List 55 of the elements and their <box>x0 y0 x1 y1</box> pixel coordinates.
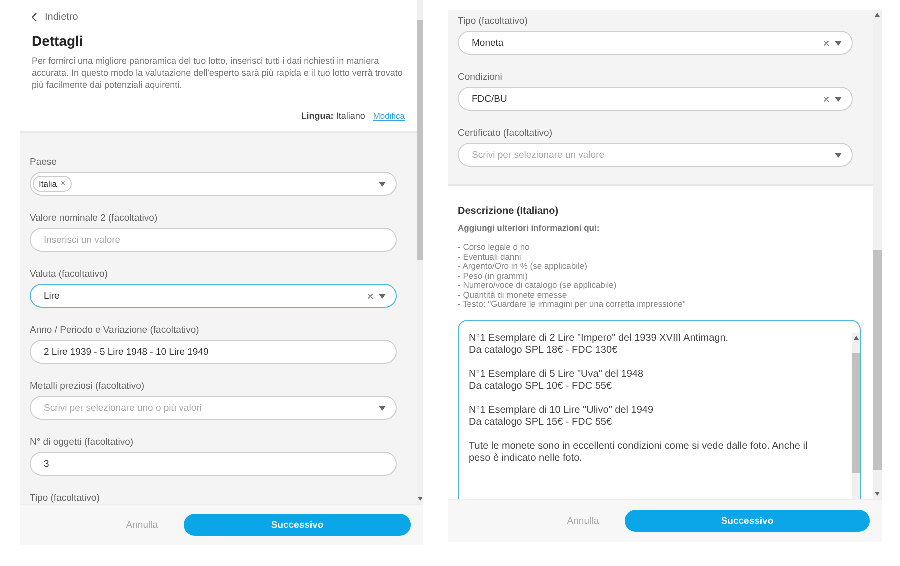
field-label: Valore nominale 2 (facoltativo) <box>30 213 159 224</box>
tag-chip[interactable]: Italia × <box>33 176 72 192</box>
scroll-down-icon[interactable] <box>418 497 422 501</box>
description-line: peso è indicato nelle foto. <box>469 452 584 464</box>
description-line: Tute le monete sono in eccellenti condizioni come si vede dalle foto. Anche il <box>469 440 809 452</box>
clear-icon[interactable] <box>824 40 829 46</box>
text-field[interactable]: 2 Lire 1939 - 5 Lire 1948 - 10 Lire 1949 <box>30 340 397 364</box>
dropdown-caret-icon[interactable] <box>379 182 386 186</box>
field-label: Metalli preziosi (facoltativo) <box>30 381 146 392</box>
hint-line: - Quantità di monete emesse <box>458 290 568 300</box>
back-link[interactable]: Indietro <box>32 12 405 23</box>
description-title: Descrizione (Italiano) <box>458 206 560 217</box>
intro-text: Per fornirci una migliore panoramica del tuo lotto, inserisci tutti i dati richiesti in maniera accurata. In questo modo la valutazione dell'esperto sarà più rapida e il tuo lotto verrà trovato più facilmente dai potenziali aquirenti. <box>32 55 404 91</box>
select-field[interactable]: Lire <box>30 284 397 308</box>
hint-line: - Numero/voce di catalogo (se applicabile) <box>458 281 618 290</box>
hint-title: Aggiungi ulteriori informazioni qui: <box>458 223 601 233</box>
description-line: Da catalogo SPL 18€ - FDC 130€ <box>469 344 619 356</box>
dropdown-caret-icon[interactable] <box>835 40 842 46</box>
description-line: N°1 Esemplare di 10 Lire "Ulivo" del 1949 <box>469 404 655 416</box>
hint-line: - Argento/Oro in % (se applicabile) <box>458 262 588 272</box>
scrollbar[interactable] <box>417 0 423 504</box>
field-label: Tipo (facoltativo) <box>30 493 101 504</box>
description-line: Da catalogo SPL 15€ - FDC 55€ <box>469 416 614 428</box>
change-link[interactable]: Modifica <box>373 111 405 121</box>
scroll-down-icon[interactable] <box>875 492 880 496</box>
textarea-scrollbar[interactable] <box>852 332 860 499</box>
dropdown-caret-icon[interactable] <box>379 406 386 410</box>
hint-line: - Corso legale o no <box>458 243 531 252</box>
field-label: Valuta (facoltativo) <box>30 269 109 280</box>
clear-icon[interactable] <box>824 96 829 102</box>
description-line: N°1 Esemplare di 2 Lire "Impero" del 1939 XVIII Antimagn. <box>469 332 730 344</box>
dropdown-caret-icon[interactable] <box>835 152 842 158</box>
select-field[interactable]: Moneta <box>458 31 853 55</box>
clear-icon[interactable] <box>368 294 373 298</box>
scrollbar[interactable] <box>873 10 882 499</box>
field-label: Condizioni <box>458 72 504 83</box>
dropdown-caret-icon[interactable] <box>379 294 386 298</box>
hint-line: - Peso (in grammi) <box>458 272 528 281</box>
scroll-up-icon[interactable] <box>854 336 858 340</box>
hint-line: - Eventuali danni <box>458 252 522 262</box>
description-line: Da catalogo SPL 10€ - FDC 55€ <box>469 380 614 392</box>
scroll-up-icon[interactable] <box>875 13 880 17</box>
description-line: N°1 Esemplare di 5 Lire "Uva" del 1948 <box>469 368 645 380</box>
hint-line: - Testo: "Guardare le immagini per una corretta impressione" <box>458 300 687 310</box>
page-title: Dettagli <box>32 33 84 49</box>
field-label: N° di oggetti (facoltativo) <box>30 437 135 448</box>
field-label: Tipo (facoltativo) <box>458 16 529 27</box>
select-field[interactable]: Italia × <box>30 172 397 196</box>
field-label: Certificato (facoltativo) <box>458 128 554 139</box>
field-label: Paese <box>30 157 58 168</box>
dropdown-caret-icon[interactable] <box>835 96 842 102</box>
select-field[interactable]: FDC/BU <box>458 87 853 111</box>
text-field[interactable]: 3 <box>30 452 397 476</box>
language-text: Lingua: Italiano <box>301 111 366 121</box>
field-label: Anno / Periodo e Variazione (facoltativo) <box>30 325 200 336</box>
